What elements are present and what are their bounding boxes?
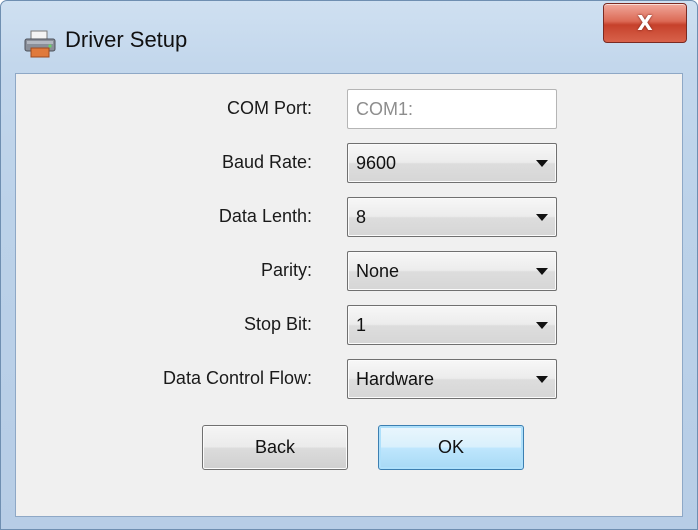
back-button[interactable]: Back xyxy=(202,425,348,470)
baud-rate-value: 9600 xyxy=(356,153,397,173)
flow-control-select[interactable]: Hardware xyxy=(347,359,557,399)
data-length-label: Data Lenth: xyxy=(218,206,312,226)
com-port-input[interactable]: COM1: xyxy=(347,89,557,129)
parity-select[interactable]: None xyxy=(347,251,557,291)
close-icon: X xyxy=(637,11,653,35)
com-port-label: COM Port: xyxy=(226,98,312,118)
flow-control-label: Data Control Flow: xyxy=(162,368,312,388)
parity-value: None xyxy=(356,261,400,281)
stop-bit-select[interactable]: 1 xyxy=(347,305,557,345)
ok-button[interactable]: OK xyxy=(378,425,524,470)
parity-label: Parity: xyxy=(260,260,312,280)
close-button[interactable]: X xyxy=(603,3,687,43)
chevron-down-icon xyxy=(536,214,548,221)
stop-bit-label: Stop Bit: xyxy=(243,314,312,334)
settings-panel: COM Port: COM1: Baud Rate: 9600 Data Len… xyxy=(15,73,683,517)
data-length-value: 8 xyxy=(356,207,367,227)
baud-rate-select[interactable]: 9600 xyxy=(347,143,557,183)
data-length-select[interactable]: 8 xyxy=(347,197,557,237)
stop-bit-value: 1 xyxy=(356,315,367,335)
baud-rate-label: Baud Rate: xyxy=(221,152,312,172)
chevron-down-icon xyxy=(536,160,548,167)
driver-setup-window: Driver Setup X COM Port: COM1: Baud Rate… xyxy=(0,0,698,530)
title-bar[interactable]: Driver Setup X xyxy=(1,1,697,73)
chevron-down-icon xyxy=(536,268,548,275)
chevron-down-icon xyxy=(536,322,548,329)
flow-control-value: Hardware xyxy=(356,369,435,389)
com-port-value: COM1: xyxy=(356,99,414,119)
window-title: Driver Setup xyxy=(65,27,188,52)
printer-icon xyxy=(24,30,56,58)
chevron-down-icon xyxy=(536,376,548,383)
